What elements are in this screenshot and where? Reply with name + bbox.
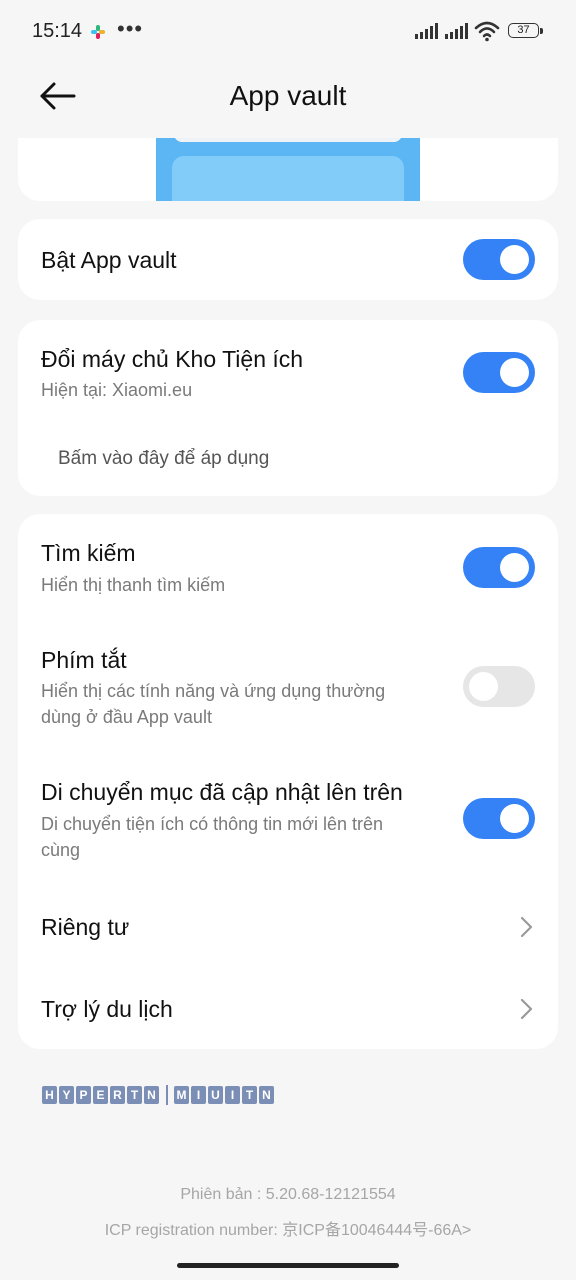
shortcuts-setting-label: Phím tắt — [41, 647, 127, 673]
signal-icon — [415, 23, 438, 39]
preview-card — [18, 138, 558, 201]
current-server-text: Hiện tại: Xiaomi.eu — [41, 380, 193, 400]
change-server-toggle[interactable] — [463, 352, 535, 393]
change-server-label: Đổi máy chủ Kho Tiện ích — [41, 346, 304, 372]
page-title: App vault — [229, 80, 347, 111]
app-vault-preview-image — [156, 138, 420, 201]
privacy-label: Riêng tư — [41, 914, 130, 940]
version-text: Phiên bản : 5.20.68-12121554 — [180, 1186, 396, 1203]
move-updated-setting-label: Di chuyển mục đã cập nhật lên trên — [41, 779, 403, 805]
shortcuts-setting-subtitle-line2: dùng ở đầu App vault — [41, 707, 212, 727]
wifi-icon — [474, 21, 500, 42]
server-card: Đổi máy chủ Kho Tiện ích Hiện tại: Xiaom… — [18, 320, 558, 496]
shortcuts-setting-subtitle-line1: Hiển thị các tính năng và ứng dụng thườn… — [41, 681, 386, 701]
enable-card[interactable]: Bật App vault — [18, 219, 558, 300]
chevron-right-icon — [520, 998, 533, 1020]
move-updated-subtitle-line2: cùng — [41, 840, 81, 860]
search-setting-label: Tìm kiếm — [41, 540, 136, 566]
travel-assistant-row[interactable]: Trợ lý du lịch — [18, 976, 558, 1042]
apply-link[interactable]: Bấm vào đây để áp dụng — [58, 446, 269, 472]
battery-icon: 37 — [508, 23, 544, 40]
header: App vault — [0, 64, 576, 134]
app-notification-icon — [91, 25, 105, 39]
status-time: 15:14 — [32, 20, 83, 42]
shortcuts-toggle[interactable] — [463, 666, 535, 707]
search-setting-subtitle: Hiển thị thanh tìm kiếm — [41, 575, 226, 595]
travel-assistant-label: Trợ lý du lịch — [41, 996, 173, 1022]
icp-registration-link[interactable]: ICP registration number: 京ICP备10046444号-… — [0, 1216, 576, 1240]
enable-app-vault-label: Bật App vault — [41, 247, 177, 273]
privacy-row[interactable]: Riêng tư — [18, 894, 558, 960]
move-updated-toggle[interactable] — [463, 798, 535, 839]
more-notifications-icon: ••• — [117, 16, 144, 41]
search-toggle[interactable] — [463, 547, 535, 588]
signal-icon-2 — [445, 23, 468, 39]
hypertn-miuitn-logo: HYPERTN MIUITN — [42, 1085, 276, 1105]
status-bar: 15:14 ••• 37 — [0, 0, 576, 64]
home-indicator — [177, 1263, 399, 1268]
settings-card: Tìm kiếm Hiển thị thanh tìm kiếm Phím tắ… — [18, 514, 558, 1049]
enable-app-vault-toggle[interactable] — [463, 239, 535, 280]
chevron-right-icon — [520, 916, 533, 938]
battery-level: 37 — [508, 23, 539, 38]
move-updated-subtitle-line1: Di chuyển tiện ích có thông tin mới lên … — [41, 814, 383, 834]
